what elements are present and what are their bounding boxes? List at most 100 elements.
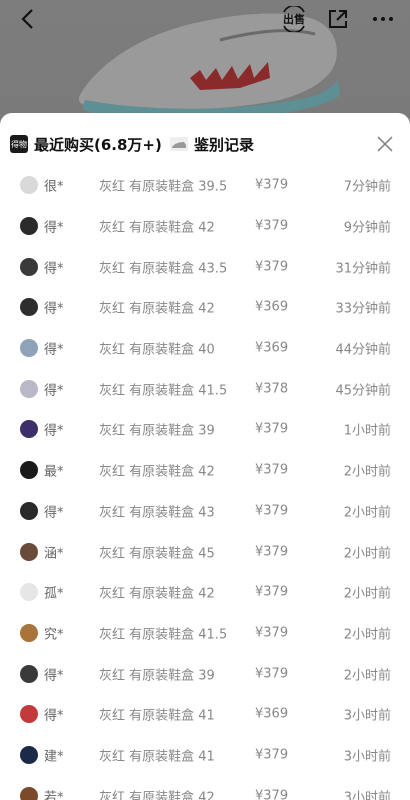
purchase-time: 31分钟前 <box>335 261 391 277</box>
buyer-name: 孤* <box>44 586 64 602</box>
purchase-record-row: 得* 灰红 有原装鞋盒 40 ¥369 44分钟前 <box>0 328 410 369</box>
back-icon[interactable] <box>14 6 40 32</box>
item-spec: 灰红 有原装鞋盒 42 <box>99 790 215 800</box>
item-spec: 灰红 有原装鞋盒 42 <box>99 586 215 602</box>
item-spec: 灰红 有原装鞋盒 41.5 <box>99 383 228 399</box>
item-spec: 灰红 有原装鞋盒 43 <box>99 505 215 521</box>
purchase-time: 2小时前 <box>343 464 391 480</box>
buyer-name: 涵* <box>44 546 64 562</box>
item-spec: 灰红 有原装鞋盒 41.5 <box>99 627 228 643</box>
item-spec: 灰红 有原装鞋盒 42 <box>99 220 215 236</box>
item-spec: 灰红 有原装鞋盒 39.5 <box>99 179 228 195</box>
purchase-record-row: 很* 灰红 有原装鞋盒 39.5 ¥379 7分钟前 <box>0 165 410 206</box>
recent-purchases-sheet: 得物 最近购买(6.8万+) 鉴别记录 很* 灰红 有原装鞋盒 39.5 ¥379 7… <box>0 113 410 800</box>
purchase-time: 7分钟前 <box>343 179 391 195</box>
purchase-time: 1小时前 <box>343 423 391 439</box>
purchase-price: ¥379 <box>255 747 289 763</box>
purchase-price: ¥379 <box>255 584 289 600</box>
sell-label: 出售 <box>283 13 305 26</box>
item-spec: 灰红 有原装鞋盒 39 <box>99 668 215 684</box>
buyer-name: 若* <box>44 790 64 800</box>
buyer-avatar <box>20 420 38 439</box>
purchase-record-row: 孤* 灰红 有原装鞋盒 42 ¥379 2小时前 <box>0 572 410 613</box>
sell-button[interactable]: 出售 <box>280 6 308 32</box>
purchase-price: ¥379 <box>255 788 289 800</box>
item-spec: 灰红 有原装鞋盒 42 <box>99 464 215 480</box>
buyer-name: 得* <box>44 383 64 399</box>
purchase-time: 3小时前 <box>343 749 391 765</box>
tab-recent-purchases[interactable]: 得物 最近购买(6.8万+) <box>10 132 162 156</box>
shoe-icon <box>170 137 188 151</box>
purchase-time: 45分钟前 <box>335 383 391 399</box>
tab-authentication-records-label: 鉴别记录 <box>194 135 255 154</box>
buyer-name: 建* <box>44 749 64 765</box>
purchase-time: 2小时前 <box>343 668 391 684</box>
purchase-record-row: 究* 灰红 有原装鞋盒 41.5 ¥379 2小时前 <box>0 613 410 654</box>
buyer-avatar <box>20 339 38 358</box>
share-icon[interactable] <box>325 6 351 32</box>
item-spec: 灰红 有原装鞋盒 39 <box>99 423 215 439</box>
buyer-name: 究* <box>44 627 64 643</box>
tab-authentication-records[interactable]: 鉴别记录 <box>170 132 254 156</box>
buyer-name: 得* <box>44 505 64 521</box>
buyer-avatar <box>20 379 38 398</box>
buyer-avatar <box>20 542 38 561</box>
item-spec: 灰红 有原装鞋盒 41 <box>99 749 215 765</box>
item-spec: 灰红 有原装鞋盒 40 <box>99 342 215 358</box>
purchase-price: ¥379 <box>255 544 289 560</box>
purchase-record-row: 得* 灰红 有原装鞋盒 41 ¥369 3小时前 <box>0 694 410 735</box>
buyer-name: 得* <box>44 342 64 358</box>
purchase-record-row: 得* 灰红 有原装鞋盒 39 ¥379 1小时前 <box>0 409 410 450</box>
purchase-time: 3小时前 <box>343 708 391 724</box>
purchase-price: ¥379 <box>255 625 289 641</box>
purchase-time: 2小时前 <box>343 546 391 562</box>
buyer-avatar <box>20 705 38 724</box>
tab-recent-purchases-label: 最近购买(6.8万+) <box>34 135 162 154</box>
purchase-record-row: 得* 灰红 有原装鞋盒 42 ¥379 9分钟前 <box>0 206 410 247</box>
purchase-price: ¥369 <box>255 299 289 315</box>
buyer-name: 得* <box>44 301 64 317</box>
purchase-price: ¥379 <box>255 259 289 275</box>
buyer-avatar <box>20 298 38 317</box>
buyer-name: 得* <box>44 261 64 277</box>
close-icon[interactable] <box>376 135 394 153</box>
purchase-record-row: 得* 灰红 有原装鞋盒 42 ¥369 33分钟前 <box>0 287 410 328</box>
buyer-avatar <box>20 501 38 520</box>
buyer-name: 最* <box>44 464 64 480</box>
buyer-avatar <box>20 257 38 276</box>
buyer-avatar <box>20 786 38 800</box>
purchase-price: ¥379 <box>255 503 289 519</box>
purchase-time: 2小时前 <box>343 586 391 602</box>
item-spec: 灰红 有原装鞋盒 45 <box>99 546 215 562</box>
purchase-price: ¥379 <box>255 666 289 682</box>
purchase-price: ¥379 <box>255 462 289 478</box>
buyer-avatar <box>20 745 38 764</box>
purchase-time: 9分钟前 <box>343 220 391 236</box>
purchase-record-row: 若* 灰红 有原装鞋盒 42 ¥379 3小时前 <box>0 775 410 800</box>
purchase-time: 3小时前 <box>343 790 391 800</box>
buyer-avatar <box>20 623 38 642</box>
purchase-time: 2小时前 <box>343 627 391 643</box>
item-spec: 灰红 有原装鞋盒 43.5 <box>99 261 228 277</box>
purchase-price: ¥369 <box>255 706 289 722</box>
purchase-record-row: 建* 灰红 有原装鞋盒 41 ¥379 3小时前 <box>0 735 410 776</box>
purchase-time: 44分钟前 <box>335 342 391 358</box>
purchase-record-row: 最* 灰红 有原装鞋盒 42 ¥379 2小时前 <box>0 450 410 491</box>
purchase-record-row: 得* 灰红 有原装鞋盒 43 ¥379 2小时前 <box>0 491 410 532</box>
buyer-avatar <box>20 461 38 480</box>
buyer-name: 得* <box>44 708 64 724</box>
purchase-price: ¥369 <box>255 340 289 356</box>
buyer-name: 得* <box>44 220 64 236</box>
purchase-time: 33分钟前 <box>335 301 391 317</box>
purchase-record-row: 得* 灰红 有原装鞋盒 43.5 ¥379 31分钟前 <box>0 246 410 287</box>
sheet-tabs: 得物 最近购买(6.8万+) 鉴别记录 <box>0 113 410 173</box>
more-icon[interactable] <box>368 6 398 32</box>
purchase-price: ¥378 <box>255 381 289 397</box>
item-spec: 灰红 有原装鞋盒 41 <box>99 708 215 724</box>
item-spec: 灰红 有原装鞋盒 42 <box>99 301 215 317</box>
top-bar: 出售 <box>0 0 410 40</box>
buyer-avatar <box>20 176 38 195</box>
buyer-avatar <box>20 664 38 683</box>
purchase-record-row: 得* 灰红 有原装鞋盒 41.5 ¥378 45分钟前 <box>0 368 410 409</box>
buyer-name: 得* <box>44 668 64 684</box>
